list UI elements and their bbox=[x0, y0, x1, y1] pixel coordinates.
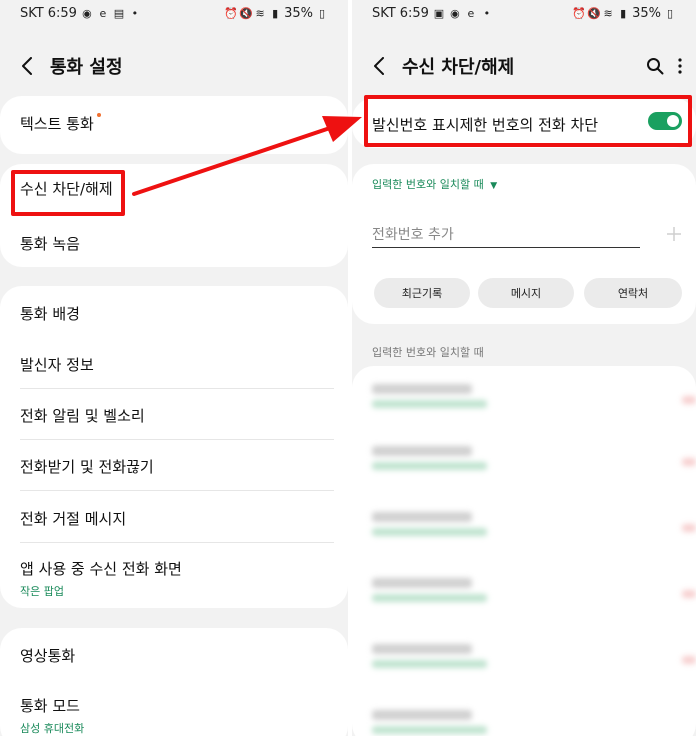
annotation-arrow bbox=[132, 116, 362, 196]
